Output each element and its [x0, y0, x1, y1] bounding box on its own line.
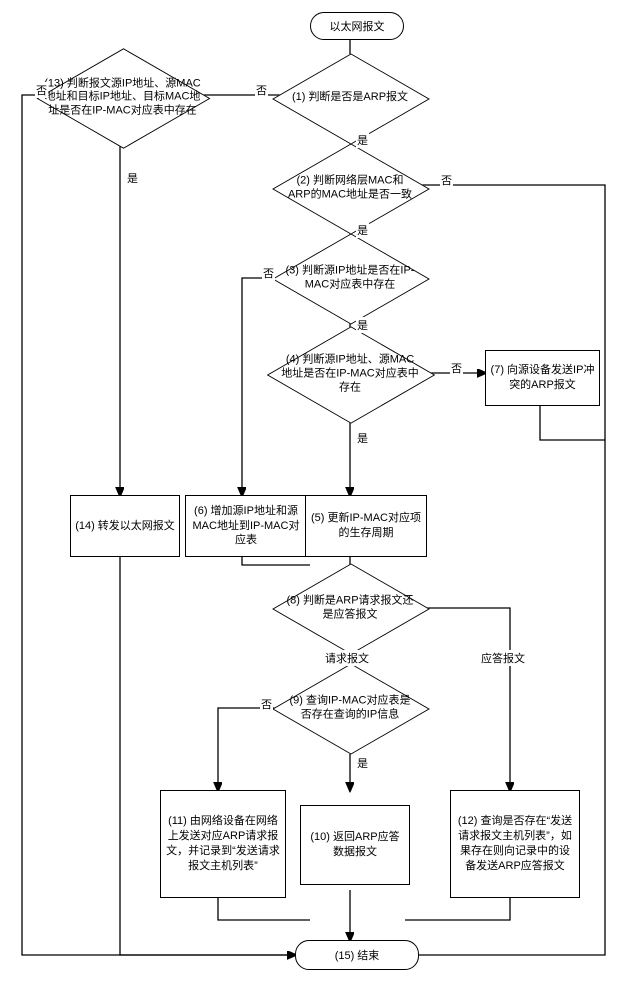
process-5: (5) 更新IP-MAC对应项的生存周期: [305, 495, 427, 557]
decision-8: (8) 判断是ARP请求报文还是应答报文: [307, 565, 393, 651]
process-14: (14) 转发以太网报文: [70, 495, 180, 557]
decision-2: (2) 判断网络层MAC和ARP的MAC地址是否一致: [307, 145, 393, 231]
label-d13-no: 否: [35, 82, 48, 98]
process-10: (10) 返回ARP应答数据报文: [300, 805, 410, 885]
decision-1: (1) 判断是否是ARP报文: [307, 55, 393, 141]
label-d4-no: 否: [450, 360, 463, 376]
label-d3-no: 否: [262, 265, 275, 281]
process-7-text: (7) 向源设备发送IP冲突的ARP报文: [490, 363, 595, 393]
process-11-text: (11) 由网络设备在网络上发送对应ARP请求报文，并记录到“发送请求报文主机列…: [165, 814, 281, 873]
label-d2-yes: 是: [356, 222, 369, 238]
start-label: 以太网报文: [330, 18, 385, 34]
label-d8-req: 请求报文: [324, 650, 370, 666]
process-7: (7) 向源设备发送IP冲突的ARP报文: [485, 350, 600, 406]
label-d1-yes: 是: [356, 132, 369, 148]
decision-4: (4) 判断源IP地址、源MAC地址是否在IP-MAC对应表中存在: [304, 328, 396, 420]
label-d4-yes: 是: [356, 430, 369, 446]
end-node: (15) 结束: [295, 940, 419, 970]
label-d2-no: 否: [440, 172, 453, 188]
label-d9-no: 否: [260, 696, 273, 712]
process-12: (12) 查询是否存在“发送请求报文主机列表”，如果存在则向记录中的设备发送AR…: [450, 790, 580, 898]
end-label: (15) 结束: [335, 947, 380, 963]
label-d1-no: 否: [255, 82, 268, 98]
decision-3: (3) 判断源IP地址是否在IP-MAC对应表中存在: [307, 235, 393, 321]
process-5-text: (5) 更新IP-MAC对应项的生存周期: [310, 511, 422, 541]
process-10-text: (10) 返回ARP应答数据报文: [305, 830, 405, 860]
process-14-text: (14) 转发以太网报文: [75, 519, 175, 534]
process-6: (6) 增加源IP地址和源MAC地址到IP-MAC对应表: [185, 495, 307, 557]
process-6-text: (6) 增加源IP地址和源MAC地址到IP-MAC对应表: [190, 504, 302, 549]
decision-13: (13) 判断报文源IP地址、源MAC地址和目标IP地址、目标MAC地址是否在I…: [75, 50, 170, 145]
label-d8-resp: 应答报文: [480, 650, 526, 666]
decision-9: (9) 查询IP-MAC对应表是否存在查询的IP信息: [307, 665, 393, 751]
process-12-text: (12) 查询是否存在“发送请求报文主机列表”，如果存在则向记录中的设备发送AR…: [455, 814, 575, 873]
label-d13-yes: 是: [126, 170, 139, 186]
label-d9-yes: 是: [356, 755, 369, 771]
flowchart-canvas: 以太网报文 (1) 判断是否是ARP报文 (13) 判断报文源IP地址、源MAC…: [10, 10, 619, 990]
label-d3-yes: 是: [356, 317, 369, 333]
process-11: (11) 由网络设备在网络上发送对应ARP请求报文，并记录到“发送请求报文主机列…: [160, 790, 286, 898]
start-node: 以太网报文: [310, 12, 404, 40]
